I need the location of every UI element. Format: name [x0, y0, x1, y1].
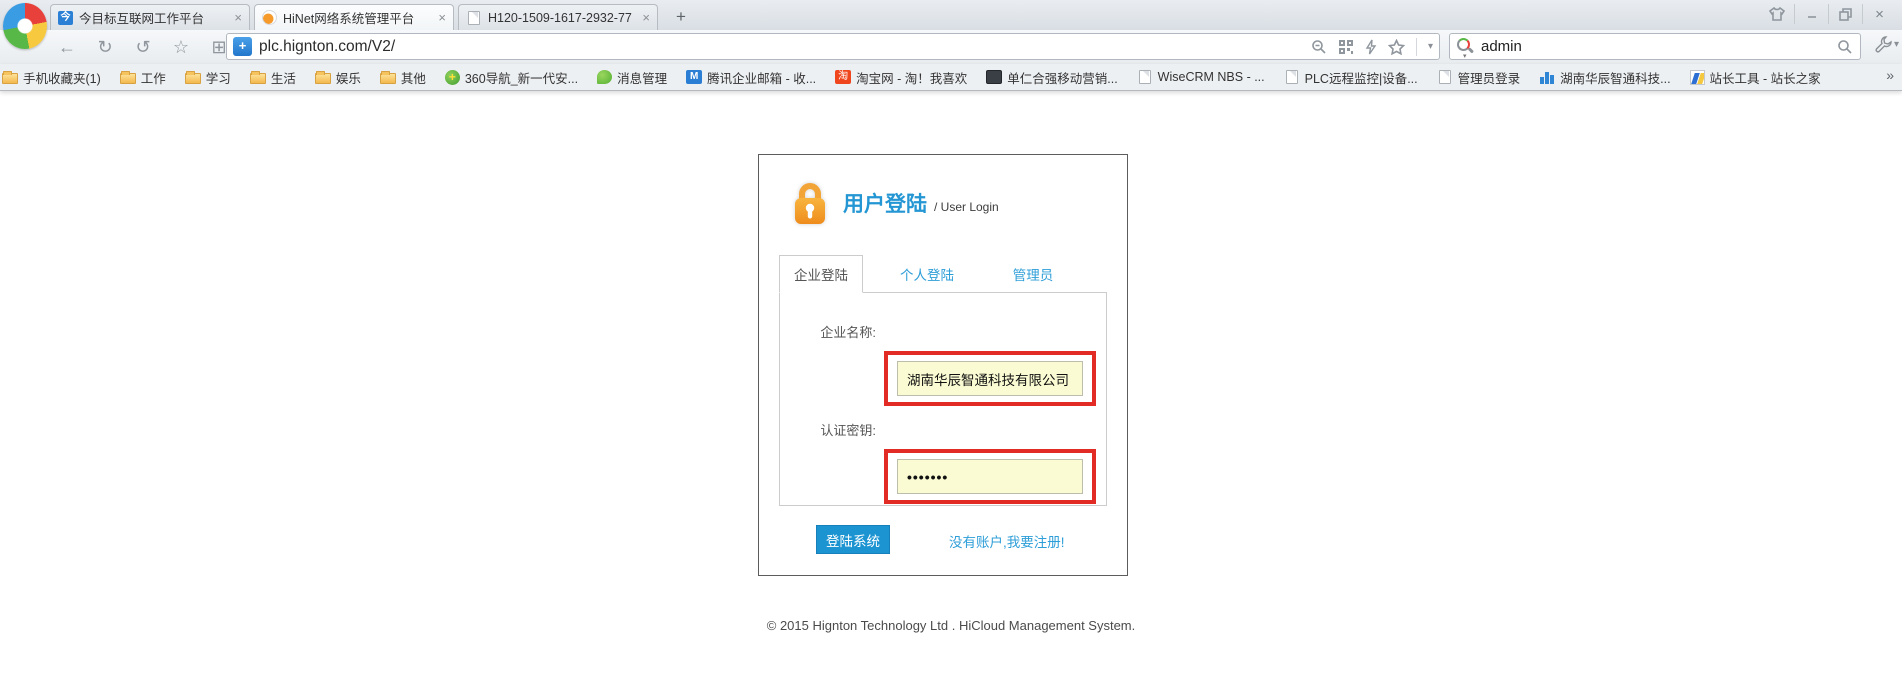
url-text[interactable]: plc.hignton.com/V2/	[259, 38, 1311, 56]
bookmark-folder[interactable]: 娱乐	[315, 68, 361, 87]
dark-site-icon	[986, 70, 1002, 84]
login-submit-button[interactable]: 登陆系统	[816, 525, 890, 554]
browser-window: 今 今目标互联网工作平台 × HiNet网络系统管理平台 × H120-1509…	[0, 0, 1902, 678]
address-bar[interactable]: + plc.hignton.com/V2/ ▾	[226, 33, 1440, 60]
tencent-mail-icon: M	[686, 70, 702, 84]
search-icon[interactable]	[1837, 39, 1853, 55]
tab-admin-login[interactable]: 管理员	[991, 256, 1075, 292]
folder-icon	[250, 73, 266, 84]
bookmarks-bar: 手机收藏夹(1) 工作 学习 生活 娱乐 其他 +360导航_新一代安... 消…	[0, 64, 1902, 91]
bookmark-link[interactable]: 单仁合强移动营销...	[986, 68, 1117, 87]
company-field-highlight	[884, 351, 1096, 406]
auth-key-input[interactable]	[897, 459, 1083, 494]
tab-title: HiNet网络系统管理平台	[283, 8, 432, 27]
chat-icon	[597, 70, 612, 84]
bookmark-link[interactable]: PLC远程监控|设备...	[1284, 68, 1418, 87]
folder-icon	[120, 73, 136, 84]
bookmark-star-icon[interactable]	[1388, 39, 1405, 55]
bar-chart-icon	[1539, 70, 1555, 84]
bookmark-folder[interactable]: 工作	[120, 68, 166, 87]
bookmark-folder[interactable]: 生活	[250, 68, 296, 87]
wrench-icon	[1875, 36, 1892, 53]
bookmark-link[interactable]: 管理员登录	[1437, 68, 1521, 87]
favorite-icon[interactable]: ☆	[170, 34, 192, 60]
page-icon	[1139, 70, 1151, 84]
search-engine-icon[interactable]: ▾	[1457, 38, 1475, 56]
bookmark-folder[interactable]: 手机收藏夹(1)	[2, 68, 101, 87]
close-button[interactable]: ×	[1862, 4, 1896, 24]
auth-key-field-highlight	[884, 449, 1096, 504]
company-name-input[interactable]	[897, 361, 1083, 396]
tab-title: 今目标互联网工作平台	[79, 8, 228, 27]
auth-key-label: 认证密钥:	[788, 421, 876, 441]
register-link[interactable]: 没有账户,我要注册!	[949, 531, 1065, 551]
bookmarks-overflow-icon[interactable]: »	[1886, 67, 1894, 83]
tab-close-icon[interactable]: ×	[438, 11, 446, 24]
login-subtitle: / User Login	[934, 200, 999, 214]
tab-enterprise-login[interactable]: 企业登陆	[779, 255, 863, 293]
folder-icon	[185, 73, 201, 84]
tab-title: H120-1509-1617-2932-77	[488, 11, 636, 25]
browser-logo-icon[interactable]	[3, 3, 47, 49]
page-content: 用户登陆 / User Login 企业登陆 个人登陆 管理员 企业名称: 认证…	[0, 92, 1902, 678]
minimize-button[interactable]	[1794, 4, 1828, 24]
tab-close-icon[interactable]: ×	[234, 11, 242, 24]
360nav-icon: +	[445, 70, 460, 85]
folder-icon	[380, 73, 396, 84]
restore-button[interactable]	[1828, 4, 1862, 24]
tab-close-icon[interactable]: ×	[642, 11, 650, 24]
bookmark-link[interactable]: +360导航_新一代安...	[445, 68, 578, 87]
lock-icon	[791, 179, 829, 227]
jinmubiao-icon: 今	[58, 11, 73, 25]
login-card: 用户登陆 / User Login 企业登陆 个人登陆 管理员 企业名称: 认证…	[758, 154, 1128, 576]
bookmark-link[interactable]: 站长工具 - 站长之家	[1690, 68, 1821, 87]
taobao-icon: 淘	[835, 70, 851, 84]
new-tab-button[interactable]: +	[666, 6, 696, 28]
divider	[1416, 38, 1417, 56]
tab-personal-login[interactable]: 个人登陆	[885, 256, 969, 292]
tab-strip: 今 今目标互联网工作平台 × HiNet网络系统管理平台 × H120-1509…	[0, 0, 1902, 30]
footer-copyright: © 2015 Hignton Technology Ltd . HiCloud …	[0, 618, 1902, 633]
address-dropdown-icon[interactable]: ▾	[1428, 41, 1433, 52]
tab-jinmubiao[interactable]: 今 今目标互联网工作平台 ×	[50, 4, 250, 30]
undo-icon[interactable]: ↺	[132, 34, 154, 60]
login-title: 用户登陆	[843, 188, 927, 218]
tools-dropdown-icon: ▾	[1894, 39, 1899, 50]
page-icon	[1439, 70, 1451, 84]
tab-h120[interactable]: H120-1509-1617-2932-77 ×	[458, 4, 658, 30]
page-icon	[1286, 70, 1298, 84]
navigation-bar: ← ↻ ↺ ☆ ⊞ + plc.hignton.com/V2/ ▾ ▾	[0, 30, 1902, 64]
tab-hinet[interactable]: HiNet网络系统管理平台 ×	[254, 4, 454, 30]
qr-code-icon[interactable]	[1338, 39, 1354, 55]
skin-icon[interactable]	[1760, 4, 1794, 24]
company-name-label: 企业名称:	[788, 323, 876, 343]
bookmark-folder[interactable]: 其他	[380, 68, 426, 87]
search-box[interactable]: ▾	[1449, 33, 1861, 60]
bookmark-link[interactable]: M腾讯企业邮箱 - 收...	[686, 68, 816, 87]
bookmark-folder[interactable]: 学习	[185, 68, 231, 87]
reload-icon[interactable]: ↻	[94, 34, 116, 60]
bookmark-link[interactable]: WiseCRM NBS - ...	[1137, 70, 1265, 84]
folder-icon	[315, 73, 331, 84]
lightning-icon[interactable]	[1365, 39, 1377, 55]
page-icon	[468, 11, 480, 25]
bookmark-link[interactable]: 淘淘宝网 - 淘！我喜欢	[835, 68, 967, 87]
login-tabs: 企业登陆 个人登陆 管理员	[779, 255, 1127, 292]
tools-menu[interactable]: ▾	[1875, 36, 1899, 53]
chinaz-icon	[1690, 70, 1705, 85]
site-identity-icon[interactable]: +	[233, 37, 252, 56]
folder-icon	[2, 73, 18, 84]
bookmark-link[interactable]: 湖南华辰智通科技...	[1539, 68, 1670, 87]
bookmark-link[interactable]: 消息管理	[597, 68, 667, 87]
search-input[interactable]	[1481, 38, 1837, 55]
zoom-icon[interactable]	[1311, 39, 1327, 55]
back-icon[interactable]: ←	[56, 34, 78, 60]
hinet-icon	[262, 10, 277, 25]
login-form-panel: 企业名称: 认证密钥:	[779, 292, 1107, 506]
